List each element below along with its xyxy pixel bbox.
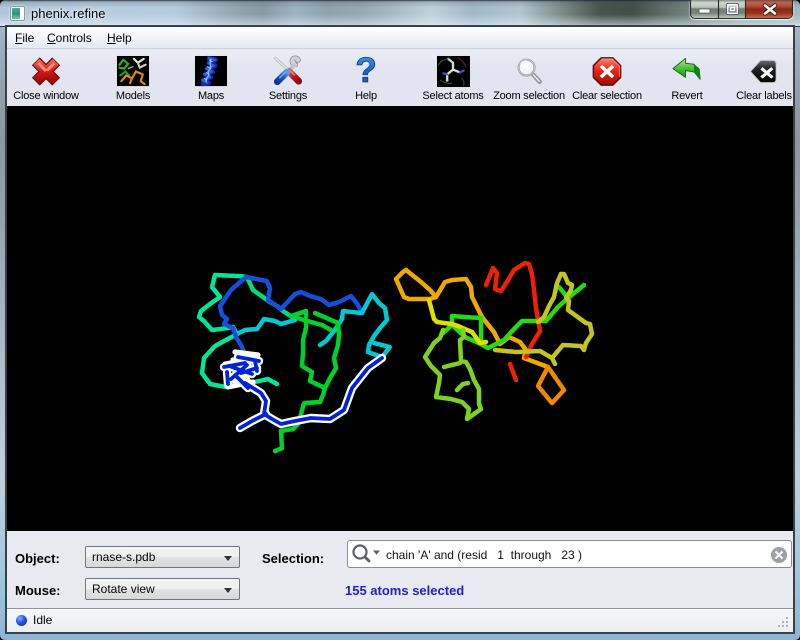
svg-text:?: ?	[355, 55, 376, 88]
